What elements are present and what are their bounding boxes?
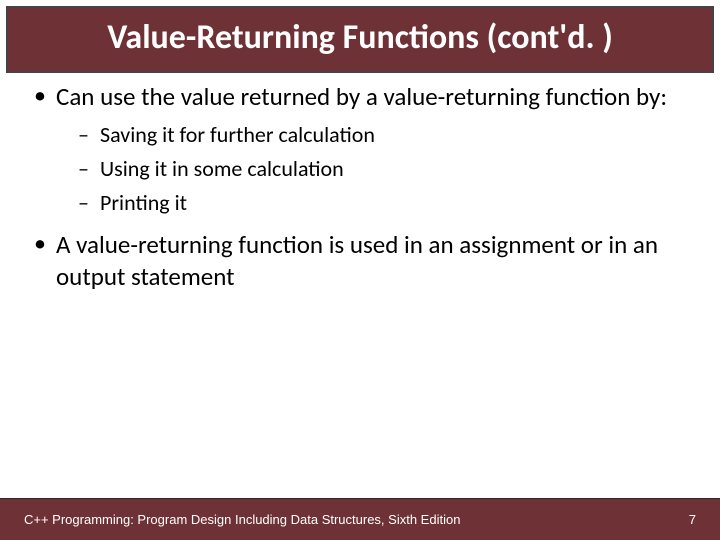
list-item: Saving it for further calculation	[78, 120, 692, 150]
slide-title: Value-Returning Functions (cont'd. )	[16, 18, 704, 57]
sub-bullet-text: Saving it for further calculation	[100, 121, 375, 148]
title-bar: Value-Returning Functions (cont'd. )	[6, 6, 714, 73]
page-number: 7	[689, 512, 696, 527]
sub-bullet-text: Using it in some calculation	[100, 155, 344, 182]
sub-bullet-text: Printing it	[100, 189, 187, 216]
footer-text: C++ Programming: Program Design Includin…	[24, 512, 460, 527]
sub-bullet-list: Saving it for further calculation Using …	[78, 120, 692, 217]
list-item: Printing it	[78, 188, 692, 218]
bullet-list: Can use the value returned by a value-re…	[28, 81, 692, 292]
list-item: Using it in some calculation	[78, 154, 692, 184]
bullet-text: A value-returning function is used in an…	[56, 229, 658, 291]
bullet-text: Can use the value returned by a value-re…	[56, 81, 667, 112]
list-item: A value-returning function is used in an…	[28, 229, 692, 292]
footer-bar: C++ Programming: Program Design Includin…	[0, 498, 720, 540]
slide-body: Can use the value returned by a value-re…	[0, 81, 720, 540]
list-item: Can use the value returned by a value-re…	[28, 81, 692, 217]
slide: Value-Returning Functions (cont'd. ) Can…	[0, 0, 720, 540]
